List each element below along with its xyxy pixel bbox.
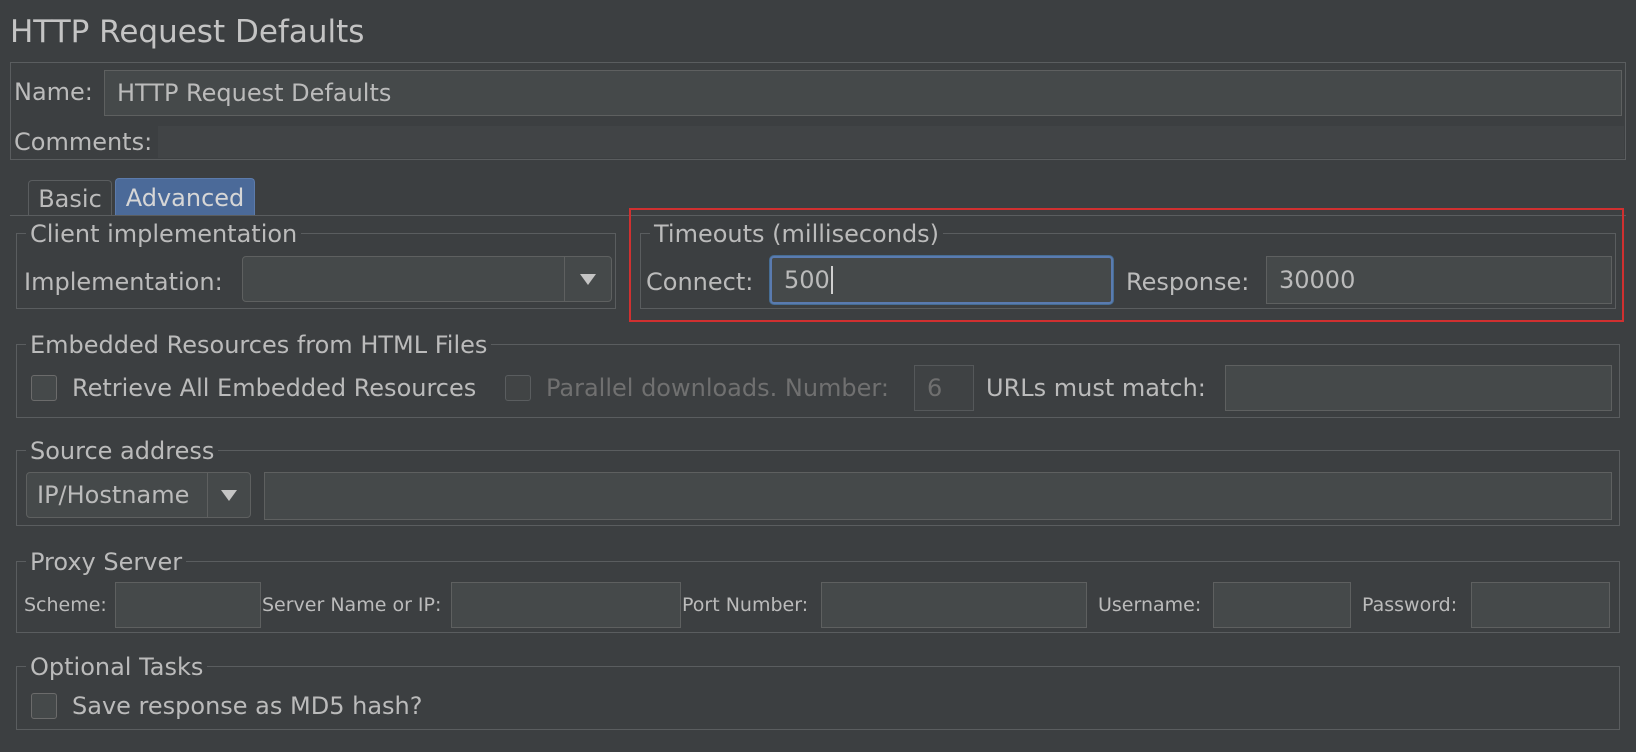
urls-must-match-label: URLs must match: bbox=[986, 374, 1206, 402]
username-input[interactable] bbox=[1213, 582, 1351, 628]
chevron-down-icon bbox=[580, 273, 596, 285]
source-address-title: Source address bbox=[26, 437, 219, 465]
username-label: Username: bbox=[1098, 594, 1202, 616]
connect-timeout-value: 500 bbox=[784, 266, 830, 294]
comments-input[interactable] bbox=[158, 126, 1624, 158]
implementation-select[interactable] bbox=[242, 256, 612, 302]
proxy-server-title: Proxy Server bbox=[26, 548, 187, 576]
source-type-value: IP/Hostname bbox=[37, 481, 190, 509]
md5-hash-label[interactable]: Save response as MD5 hash? bbox=[72, 692, 422, 720]
name-input-value: HTTP Request Defaults bbox=[117, 79, 392, 107]
tab-advanced[interactable]: Advanced bbox=[115, 178, 255, 216]
urls-must-match-input[interactable] bbox=[1225, 365, 1612, 411]
source-type-select[interactable]: IP/Hostname bbox=[26, 472, 251, 518]
scheme-label: Scheme: bbox=[24, 594, 107, 616]
connect-label: Connect: bbox=[646, 268, 754, 296]
embedded-resources-title: Embedded Resources from HTML Files bbox=[26, 331, 492, 359]
port-number-label: Port Number: bbox=[682, 594, 809, 616]
scheme-input[interactable] bbox=[115, 582, 261, 628]
optional-tasks-title: Optional Tasks bbox=[26, 653, 208, 681]
password-input[interactable] bbox=[1471, 582, 1610, 628]
implementation-dropdown-button[interactable] bbox=[564, 257, 611, 301]
source-address-input[interactable] bbox=[264, 472, 1612, 520]
name-label: Name: bbox=[14, 78, 93, 106]
connect-timeout-input[interactable]: 500 bbox=[770, 256, 1113, 304]
port-number-input[interactable] bbox=[821, 582, 1087, 628]
page-title: HTTP Request Defaults bbox=[10, 14, 365, 50]
retrieve-all-label[interactable]: Retrieve All Embedded Resources bbox=[72, 374, 476, 402]
parallel-downloads-label: Parallel downloads. Number: bbox=[546, 374, 889, 402]
password-label: Password: bbox=[1362, 594, 1458, 616]
parallel-downloads-checkbox[interactable] bbox=[505, 375, 531, 401]
chevron-down-icon bbox=[221, 489, 237, 501]
tab-basic-label: Basic bbox=[38, 184, 102, 213]
response-label: Response: bbox=[1126, 268, 1250, 296]
comments-label: Comments: bbox=[14, 128, 153, 156]
parallel-number-input[interactable]: 6 bbox=[914, 365, 974, 411]
md5-hash-checkbox[interactable] bbox=[31, 693, 57, 719]
text-caret bbox=[830, 266, 833, 294]
server-name-label: Server Name or IP: bbox=[262, 594, 442, 616]
parallel-number-value: 6 bbox=[927, 374, 943, 402]
tab-advanced-label: Advanced bbox=[125, 183, 245, 212]
implementation-label: Implementation: bbox=[24, 268, 223, 296]
response-timeout-value: 30000 bbox=[1279, 266, 1356, 294]
tab-basic[interactable]: Basic bbox=[28, 180, 112, 216]
source-type-dropdown-button[interactable] bbox=[207, 473, 250, 517]
retrieve-all-checkbox[interactable] bbox=[31, 375, 57, 401]
timeouts-title: Timeouts (milliseconds) bbox=[650, 220, 944, 248]
client-implementation-title: Client implementation bbox=[26, 220, 302, 248]
name-input[interactable]: HTTP Request Defaults bbox=[104, 70, 1622, 116]
server-name-input[interactable] bbox=[451, 582, 681, 628]
response-timeout-input[interactable]: 30000 bbox=[1266, 256, 1612, 304]
